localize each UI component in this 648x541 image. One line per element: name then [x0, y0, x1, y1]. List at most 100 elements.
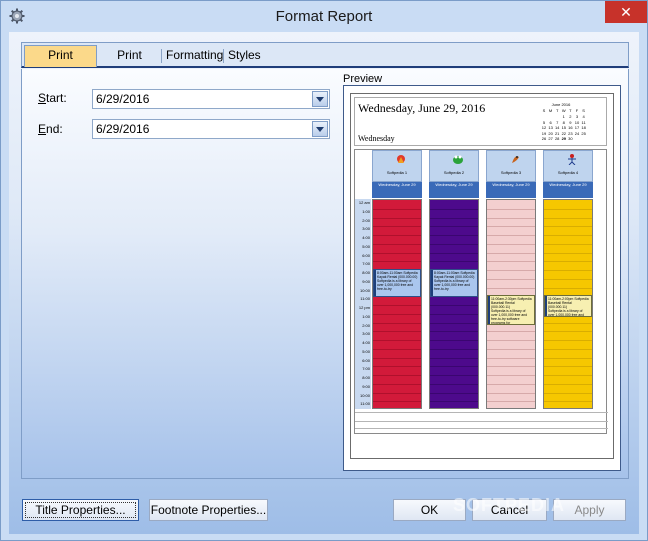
preview-page: Wednesday, June 29, 2016 Wednesday June … [350, 93, 614, 459]
title-properties-button[interactable]: Title Properties... [22, 499, 139, 521]
empty-row-line [355, 412, 608, 413]
mini-calendar-day: 10 [574, 119, 580, 125]
appointment-block: 8:00am-11:00am Softpedia Kayak Rental (0… [430, 269, 478, 297]
frog-icon [453, 155, 463, 164]
hour-line [430, 375, 478, 376]
resource-name: Softpedia 3 [500, 170, 522, 175]
hour-line [487, 270, 535, 271]
mini-calendar-day: 23 [568, 130, 573, 136]
resource-date-band: Wednesday, June 29 [543, 182, 593, 198]
resource-header: Softpedia 2 [429, 150, 479, 182]
hour-line [430, 348, 478, 350]
format-report-window: Format Report ✕ Print Ranges Print Style… [0, 0, 648, 541]
hour-line [544, 252, 592, 254]
tab-bar: Print Ranges Print Styles Formatting Sty… [21, 42, 629, 81]
mini-calendar-day: 28 [554, 136, 560, 141]
hour-line [487, 252, 535, 254]
appointment-block: 11:00am-2:30pm Softpedia Baseball Rental… [487, 295, 535, 326]
hour-line [487, 243, 535, 245]
time-label: 7:00 [362, 366, 370, 372]
mini-calendar-weekday: S [542, 108, 546, 113]
start-date-value: 6/29/2016 [96, 92, 150, 106]
chevron-down-icon[interactable] [312, 121, 328, 137]
time-label: 12 pm [358, 305, 370, 310]
mini-calendar-day: 26 [541, 136, 547, 141]
hour-line [373, 401, 421, 403]
tab-print-styles[interactable]: Print Styles [98, 46, 161, 81]
time-label: 1:00 [362, 208, 370, 214]
chevron-down-icon[interactable] [312, 91, 328, 107]
footnote-properties-button[interactable]: Footnote Properties... [149, 499, 268, 521]
time-label: 3:00 [362, 331, 370, 337]
resource-column [372, 199, 422, 409]
hour-line [430, 331, 478, 333]
mini-calendar-day: 5 [542, 119, 546, 125]
hour-line [544, 287, 592, 289]
mini-calendar-weekday: T [569, 108, 572, 113]
tab-separator [161, 49, 162, 63]
resource-date-band: Wednesday, June 29 [429, 182, 479, 198]
hour-line [430, 243, 478, 245]
hour-line [544, 208, 592, 210]
end-date-picker[interactable]: 6/29/2016 [92, 119, 330, 139]
time-label: 2:00 [362, 217, 370, 223]
hour-line [430, 401, 478, 403]
mini-calendar-day: 21 [554, 130, 560, 136]
resource-header: Softpedia 4 [543, 150, 593, 182]
mini-calendar-day: 19 [541, 130, 547, 136]
hour-line [487, 235, 535, 236]
hour-line [430, 217, 478, 219]
mini-calendar-weekday: W [561, 108, 566, 113]
mini-calendar-day: 25 [581, 130, 586, 136]
hour-line [544, 357, 592, 359]
hour-line [430, 383, 478, 385]
close-button[interactable]: ✕ [605, 1, 647, 23]
mini-calendar-day: 1 [562, 114, 565, 119]
mini-calendar-day: 20 [548, 130, 553, 136]
hour-line [373, 305, 421, 306]
hour-line [487, 226, 535, 228]
time-label: 10:00 [359, 287, 370, 293]
time-label: 8:00 [362, 270, 370, 275]
hour-line [430, 366, 478, 368]
tab-styles[interactable]: Styles [225, 46, 261, 66]
tab-formatting[interactable]: Formatting [163, 46, 223, 66]
preview-frame: Wednesday, June 29, 2016 Wednesday June … [343, 85, 621, 471]
resource-date-band: Wednesday, June 29 [486, 182, 536, 198]
hour-line [373, 375, 421, 376]
end-label: End: [38, 122, 63, 136]
tab-print-ranges[interactable]: Print Ranges [24, 45, 97, 81]
print-ranges-panel: Start: 6/29/2016 End: 6/29/2016 Preview … [21, 69, 629, 479]
mini-calendar-day: 22 [561, 130, 567, 136]
bird-icon [397, 155, 405, 163]
hour-line [373, 366, 421, 368]
mini-calendar-title: June 2016 [551, 102, 571, 107]
mini-calendar-weekday: F [575, 108, 579, 113]
mini-calendar-day: 24 [574, 130, 580, 136]
resource-header: Softpedia 3 [486, 150, 536, 182]
hour-line [430, 313, 478, 315]
mini-calendar-day: 16 [568, 125, 573, 130]
close-icon: ✕ [620, 4, 632, 20]
hour-line [430, 252, 478, 254]
hour-line [487, 348, 535, 350]
hour-line [544, 226, 592, 228]
appointment-body: Softpedia is a library of over 1,000,000… [434, 279, 471, 291]
mini-calendar-day: 11 [581, 119, 586, 125]
hour-line [373, 357, 421, 359]
time-label: 5:00 [362, 348, 370, 354]
hour-line [487, 401, 535, 403]
hour-line [373, 208, 421, 210]
appointment-block: 11:00am-2:00pm Softpedia Baseball Rental… [544, 295, 592, 318]
hour-line [544, 331, 592, 333]
mini-calendar-weekday: S [582, 108, 585, 113]
mini-calendar-weekday: M [548, 108, 553, 113]
time-label: 5:00 [362, 243, 370, 249]
appointment-body: Softpedia is a library of over 1,000,000… [491, 309, 528, 326]
hour-line [373, 340, 421, 341]
start-date-picker[interactable]: 6/29/2016 [92, 89, 330, 109]
resource-column [429, 199, 479, 409]
resource-header: Softpedia 1 [372, 150, 422, 182]
mini-calendar-day: 18 [581, 125, 586, 130]
time-label: 1:00 [362, 313, 370, 319]
